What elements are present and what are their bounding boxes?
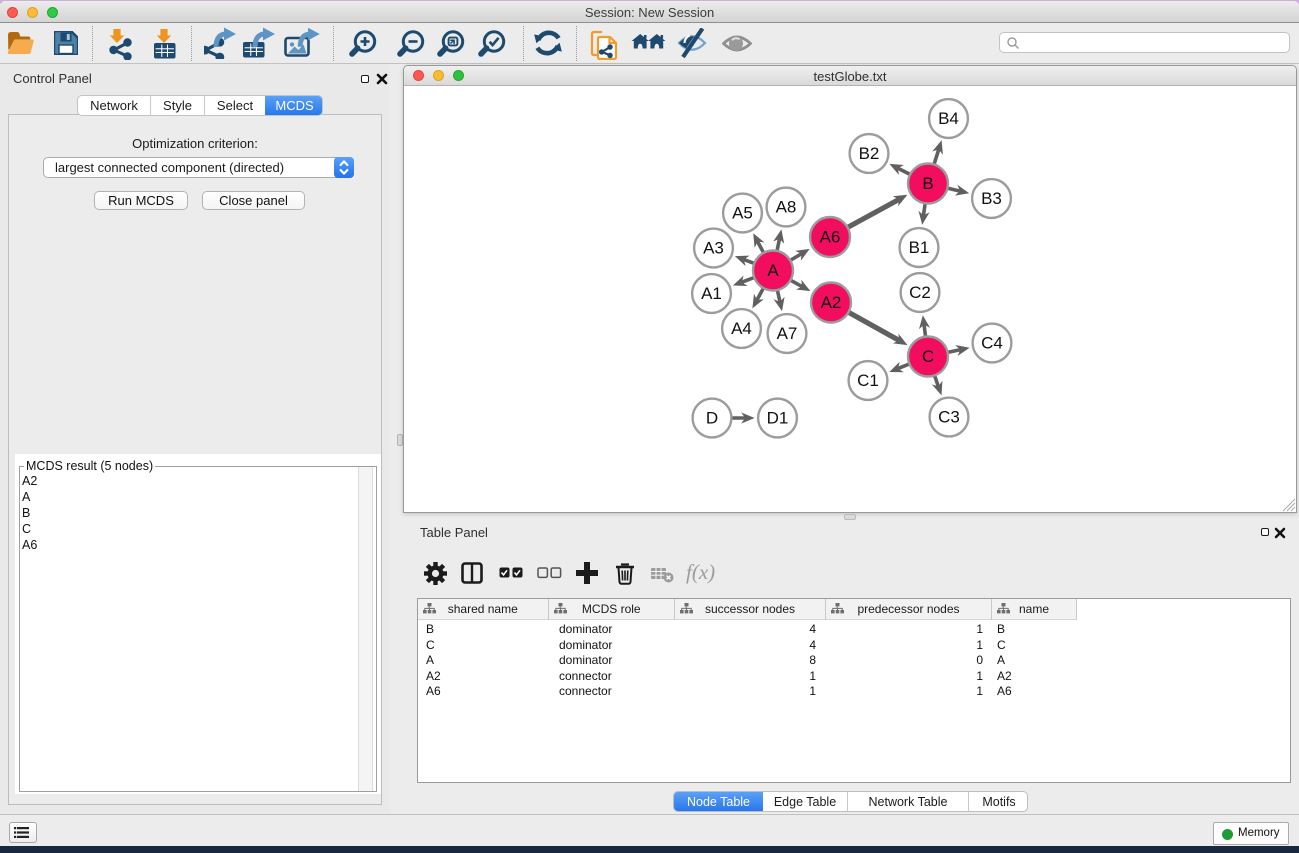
svg-text:B: B (922, 174, 933, 193)
svg-text:C3: C3 (938, 408, 960, 427)
svg-text:C4: C4 (981, 334, 1003, 353)
svg-text:B3: B3 (981, 189, 1002, 208)
svg-text:A5: A5 (732, 204, 753, 223)
svg-text:A1: A1 (701, 284, 722, 303)
svg-text:A6: A6 (820, 228, 841, 247)
svg-text:C1: C1 (857, 371, 879, 390)
svg-text:A3: A3 (703, 239, 724, 258)
svg-text:D1: D1 (767, 409, 789, 428)
svg-text:A7: A7 (777, 324, 798, 343)
svg-text:A4: A4 (731, 319, 752, 338)
svg-text:C: C (922, 347, 934, 366)
svg-text:B2: B2 (859, 144, 880, 163)
svg-text:A2: A2 (821, 293, 842, 312)
svg-text:C2: C2 (909, 283, 931, 302)
svg-text:D: D (706, 409, 718, 428)
svg-text:A: A (767, 261, 779, 280)
svg-text:B1: B1 (909, 238, 930, 257)
svg-text:B4: B4 (938, 109, 959, 128)
svg-text:A8: A8 (776, 198, 797, 217)
